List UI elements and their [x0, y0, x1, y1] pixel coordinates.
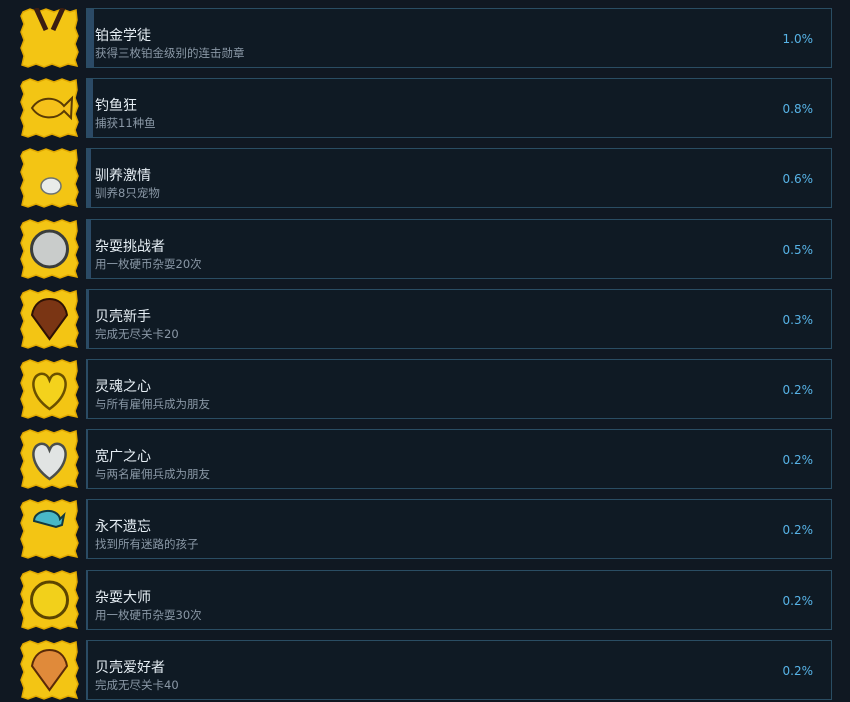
unlock-rate-bar — [87, 149, 91, 207]
achievement-row[interactable]: 灵魂之心与所有雇佣兵成为朋友 0.2% — [20, 359, 832, 419]
paw-icon — [20, 148, 79, 208]
dark-shell-icon — [20, 289, 79, 349]
achievement-row[interactable]: 贝壳新手完成无尽关卡20 0.3% — [20, 289, 832, 349]
achievement-card: 杂耍挑战者用一枚硬币杂耍20次 0.5% — [86, 219, 832, 279]
unlock-percentage: 0.5% — [782, 243, 814, 257]
achievement-name: 铂金学徒 — [95, 28, 151, 44]
unlock-rate-bar — [87, 79, 93, 137]
achievement-name: 钓鱼狂 — [95, 98, 137, 114]
unlock-percentage: 1.0% — [782, 32, 814, 46]
achievement-row[interactable]: 驯养激情驯养8只宠物 0.6% — [20, 148, 832, 208]
unlock-rate-bar — [87, 500, 88, 558]
achievement-description: 获得三枚铂金级别的连击勋章 — [95, 46, 245, 60]
achievement-card: 贝壳爱好者完成无尽关卡40 0.2% — [86, 640, 832, 700]
achievement-name: 贝壳新手 — [95, 309, 151, 325]
unlock-percentage: 0.3% — [782, 313, 814, 327]
unlock-rate-bar — [87, 360, 88, 418]
achievement-row[interactable]: 钓鱼狂捕获11种鱼 0.8% — [20, 78, 832, 138]
unlock-percentage: 0.6% — [782, 172, 814, 186]
achievement-list: 铂金学徒获得三枚铂金级别的连击勋章 1.0% 钓鱼狂捕获11种鱼 0.8% 驯养激情… — [0, 0, 850, 702]
orange-shell-icon — [20, 640, 79, 700]
achievement-name: 杂耍大师 — [95, 590, 151, 606]
achievement-description: 找到所有迷路的孩子 — [95, 537, 199, 551]
platinum-medal-icon — [20, 8, 79, 68]
silver-heart-icon — [20, 429, 79, 489]
achievement-row[interactable]: 永不遗忘找到所有迷路的孩子 0.2% — [20, 499, 832, 559]
achievement-name: 驯养激情 — [95, 168, 151, 184]
achievement-name: 贝壳爱好者 — [95, 660, 165, 676]
achievement-card: 灵魂之心与所有雇佣兵成为朋友 0.2% — [86, 359, 832, 419]
achievement-name: 灵魂之心 — [95, 379, 151, 395]
achievement-row[interactable]: 贝壳爱好者完成无尽关卡40 0.2% — [20, 640, 832, 700]
achievement-row[interactable]: 杂耍大师用一枚硬币杂耍30次 0.2% — [20, 570, 832, 630]
achievement-card: 杂耍大师用一枚硬币杂耍30次 0.2% — [86, 570, 832, 630]
silver-coin-icon — [20, 219, 79, 279]
achievement-description: 完成无尽关卡40 — [95, 678, 179, 692]
achievement-card: 钓鱼狂捕获11种鱼 0.8% — [86, 78, 832, 138]
unlock-percentage: 0.2% — [782, 594, 814, 608]
achievement-description: 与所有雇佣兵成为朋友 — [95, 397, 210, 411]
unlock-rate-bar — [87, 220, 91, 278]
achievement-row[interactable]: 杂耍挑战者用一枚硬币杂耍20次 0.5% — [20, 219, 832, 279]
unlock-rate-bar — [87, 571, 88, 629]
gold-coin-icon — [20, 570, 79, 630]
unlock-rate-bar — [87, 9, 94, 67]
unlock-rate-bar — [87, 641, 88, 699]
unlock-rate-bar — [87, 430, 88, 488]
achievement-name: 永不遗忘 — [95, 519, 151, 535]
achievement-description: 驯养8只宠物 — [95, 186, 160, 200]
achievement-card: 铂金学徒获得三枚铂金级别的连击勋章 1.0% — [86, 8, 832, 68]
unlock-percentage: 0.2% — [782, 664, 814, 678]
achievement-row[interactable]: 铂金学徒获得三枚铂金级别的连击勋章 1.0% — [20, 8, 832, 68]
child-icon — [20, 499, 79, 559]
achievement-card: 永不遗忘找到所有迷路的孩子 0.2% — [86, 499, 832, 559]
achievement-row[interactable]: 宽广之心与两名雇佣兵成为朋友 0.2% — [20, 429, 832, 489]
unlock-rate-bar — [87, 290, 89, 348]
achievement-card: 贝壳新手完成无尽关卡20 0.3% — [86, 289, 832, 349]
achievement-description: 捕获11种鱼 — [95, 116, 156, 130]
unlock-percentage: 0.2% — [782, 383, 814, 397]
achievement-name: 杂耍挑战者 — [95, 239, 165, 255]
achievement-description: 用一枚硬币杂耍20次 — [95, 257, 202, 271]
achievement-description: 完成无尽关卡20 — [95, 327, 179, 341]
unlock-percentage: 0.2% — [782, 453, 814, 467]
achievement-description: 与两名雇佣兵成为朋友 — [95, 467, 210, 481]
achievement-name: 宽广之心 — [95, 449, 151, 465]
achievement-card: 驯养激情驯养8只宠物 0.6% — [86, 148, 832, 208]
unlock-percentage: 0.2% — [782, 523, 814, 537]
achievement-card: 宽广之心与两名雇佣兵成为朋友 0.2% — [86, 429, 832, 489]
fish-icon — [20, 78, 79, 138]
unlock-percentage: 0.8% — [782, 102, 814, 116]
achievement-description: 用一枚硬币杂耍30次 — [95, 608, 202, 622]
gold-heart-icon — [20, 359, 79, 419]
